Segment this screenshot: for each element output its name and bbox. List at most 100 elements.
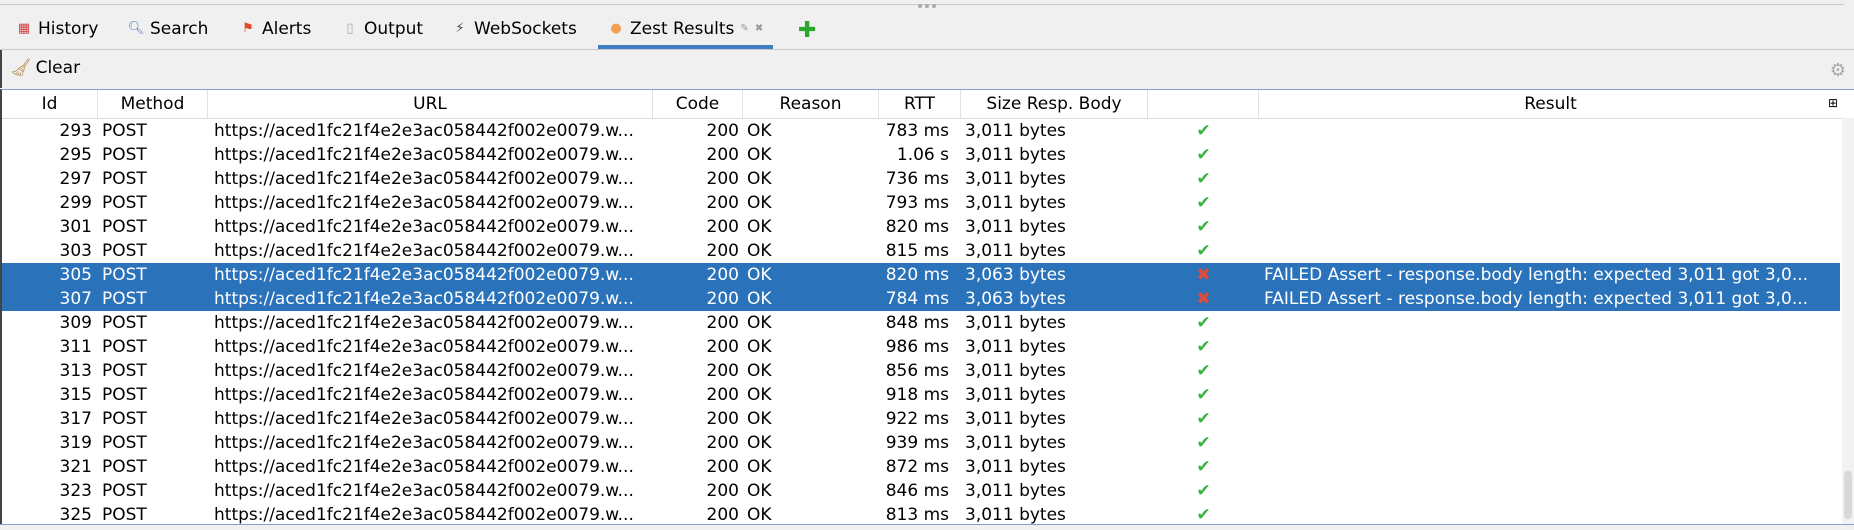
column-header-size[interactable]: Size Resp. Body [961,90,1148,118]
cell-size: 3,011 bytes [965,385,1066,405]
table-row[interactable]: 311 POST https://aced1fc21f4e2e3ac058442f0… [2,335,1840,359]
results-table: Id Method URL Code Reason RTT Size Resp.… [0,89,1854,525]
table-row[interactable]: 321 POST https://aced1fc21f4e2e3ac058442f0… [2,455,1840,479]
cell-code: 200 [706,505,739,525]
column-header-result[interactable]: Result [1259,90,1842,118]
cell-method: POST [102,121,147,141]
cell-url: https://aced1fc21f4e2e3ac058442f002e0079… [214,265,634,285]
cell-result [1264,455,1840,479]
add-tab-button[interactable]: ✚ [798,18,816,43]
column-header-code[interactable]: Code [653,90,743,118]
cell-size: 3,011 bytes [965,361,1066,381]
tab-label: Output [364,18,424,39]
cell-code: 200 [706,169,739,189]
table-row[interactable]: 307 POST https://aced1fc21f4e2e3ac058442f0… [2,287,1840,311]
cell-result [1264,239,1840,263]
tab-alerts[interactable]: ⚑ Alerts [240,8,311,49]
cell-rtt: 815 ms [885,241,949,261]
cell-url: https://aced1fc21f4e2e3ac058442f002e0079… [214,433,634,453]
column-header-status[interactable] [1148,90,1259,118]
cell-rtt: 784 ms [885,289,949,309]
zest-icon: ● [610,21,622,36]
cell-url: https://aced1fc21f4e2e3ac058442f002e0079… [214,193,634,213]
cell-reason: OK [747,193,772,213]
table-row[interactable]: 317 POST https://aced1fc21f4e2e3ac058442f0… [2,407,1840,431]
column-header-reason[interactable]: Reason [743,90,879,118]
close-tab-icon[interactable]: ✖ [755,23,763,34]
cell-method: POST [102,313,147,333]
table-row[interactable]: 319 POST https://aced1fc21f4e2e3ac058442f0… [2,431,1840,455]
tab-strip: ▦ History 🔍︎ Search ⚑ Alerts ▯ Output ⚡ … [0,8,1854,50]
cell-id: 311 [59,337,92,357]
cell-result [1264,143,1840,167]
check-icon: ✔ [1196,337,1211,357]
cell-url: https://aced1fc21f4e2e3ac058442f002e0079… [214,217,634,237]
table-row[interactable]: 323 POST https://aced1fc21f4e2e3ac058442f0… [2,479,1840,503]
toolbar: 🧹︎ Clear ⚙ [0,50,1854,88]
cross-icon: ✖ [1196,265,1211,285]
table-row[interactable]: 299 POST https://aced1fc21f4e2e3ac058442f0… [2,191,1840,215]
check-icon: ✔ [1196,481,1211,501]
status-bar [0,524,1854,530]
cell-code: 200 [706,145,739,165]
cell-result: FAILED Assert - response.body length: ex… [1264,289,1809,309]
cell-size: 3,011 bytes [965,145,1066,165]
clear-button[interactable]: 🧹︎ Clear [10,58,80,78]
tab-search[interactable]: 🔍︎ Search [128,8,209,49]
cell-rtt: 846 ms [885,481,949,501]
cell-code: 200 [706,241,739,261]
table-row[interactable]: 309 POST https://aced1fc21f4e2e3ac058442f0… [2,311,1840,335]
column-header-method[interactable]: Method [98,90,208,118]
table-row[interactable]: 305 POST https://aced1fc21f4e2e3ac058442f0… [2,263,1840,287]
tab-label: History [38,18,99,39]
pin-icon[interactable]: ✎ [740,23,748,34]
check-icon: ✔ [1196,217,1211,237]
cell-id: 323 [59,481,92,501]
cell-id: 313 [59,361,92,381]
gear-icon[interactable]: ⚙ [1830,60,1846,81]
cell-rtt: 986 ms [885,337,949,357]
table-row[interactable]: 313 POST https://aced1fc21f4e2e3ac058442f0… [2,359,1840,383]
cell-result: FAILED Assert - response.body length: ex… [1264,265,1809,285]
table-header: Id Method URL Code Reason RTT Size Resp.… [2,90,1842,119]
column-header-rtt[interactable]: RTT [879,90,961,118]
column-header-url[interactable]: URL [208,90,653,118]
column-header-id[interactable]: Id [2,90,98,118]
cell-method: POST [102,193,147,213]
cell-reason: OK [747,265,772,285]
cell-url: https://aced1fc21f4e2e3ac058442f002e0079… [214,337,634,357]
cell-size: 3,011 bytes [965,241,1066,261]
column-chooser-icon[interactable]: ⊞ [1828,96,1838,110]
tab-history[interactable]: ▦ History [16,8,99,49]
cell-id: 315 [59,385,92,405]
broom-icon: 🧹︎ [10,58,32,78]
cell-rtt: 793 ms [885,193,949,213]
cell-method: POST [102,169,147,189]
tab-websockets[interactable]: ⚡ WebSockets [452,8,576,49]
cell-size: 3,011 bytes [965,409,1066,429]
check-icon: ✔ [1196,433,1211,453]
tab-zest-results[interactable]: ● Zest Results ✎ ✖ [597,8,774,49]
table-row[interactable]: 325 POST https://aced1fc21f4e2e3ac058442f0… [2,503,1840,525]
cross-icon: ✖ [1196,289,1211,309]
calendar-icon: ▦ [17,21,31,36]
cell-rtt: 856 ms [885,361,949,381]
tab-output[interactable]: ▯ Output [342,8,423,49]
table-row[interactable]: 295 POST https://aced1fc21f4e2e3ac058442f0… [2,143,1840,167]
cell-id: 293 [59,121,92,141]
table-row[interactable]: 315 POST https://aced1fc21f4e2e3ac058442f0… [2,383,1840,407]
cell-reason: OK [747,169,772,189]
cell-code: 200 [706,385,739,405]
table-row[interactable]: 293 POST https://aced1fc21f4e2e3ac058442f0… [2,119,1840,143]
table-row[interactable]: 301 POST https://aced1fc21f4e2e3ac058442f0… [2,215,1840,239]
cell-result [1264,167,1840,191]
cell-result [1264,407,1840,431]
table-row[interactable]: 303 POST https://aced1fc21f4e2e3ac058442f0… [2,239,1840,263]
table-row[interactable]: 297 POST https://aced1fc21f4e2e3ac058442f0… [2,167,1840,191]
tab-label: Alerts [262,18,312,39]
cell-code: 200 [706,409,739,429]
scrollbar-thumb[interactable] [1844,471,1852,519]
cell-method: POST [102,289,147,309]
cell-result [1264,119,1840,143]
vertical-scrollbar[interactable] [1842,118,1854,525]
